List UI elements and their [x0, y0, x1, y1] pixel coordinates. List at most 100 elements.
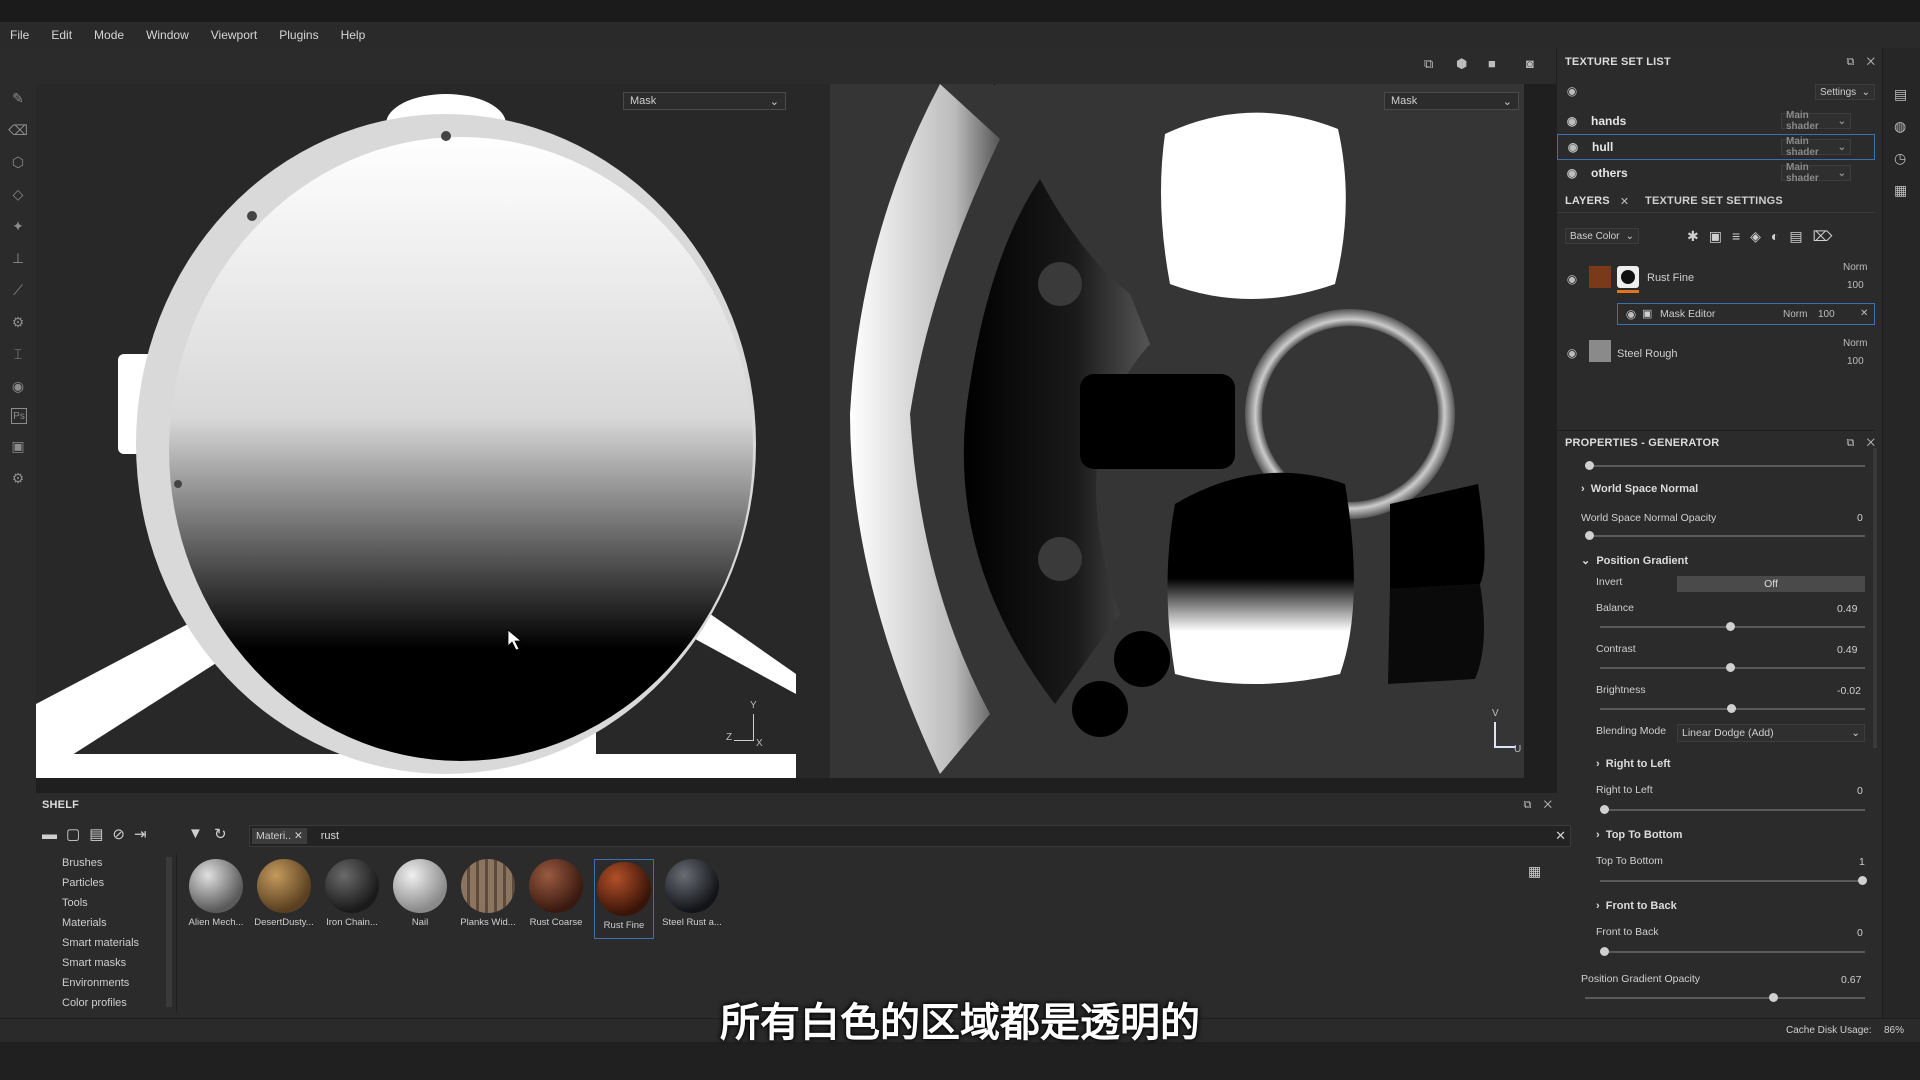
shelf-item[interactable]: Steel Rust a...: [662, 859, 722, 928]
screenshot-camera-icon[interactable]: ◙: [1526, 56, 1534, 71]
filter-icon[interactable]: ▼: [188, 825, 203, 842]
particles-icon[interactable]: ⚙: [8, 312, 28, 332]
close-icon[interactable]: ✕: [1544, 799, 1552, 811]
log-icon[interactable]: ▦: [1894, 182, 1907, 199]
camera-video-icon[interactable]: ■: [1488, 56, 1496, 71]
viewport-2d[interactable]: Mask ⌄ V U: [830, 84, 1524, 778]
visibility-eye-icon[interactable]: ◉: [1566, 140, 1580, 154]
contrast-slider[interactable]: [1600, 663, 1865, 672]
shelf-item[interactable]: Rust Coarse: [526, 859, 586, 928]
brightness-slider[interactable]: [1600, 704, 1865, 713]
layer-row[interactable]: ◉ Steel Rough Norm 100: [1557, 334, 1875, 374]
shader-settings-icon[interactable]: ◍: [1894, 118, 1906, 135]
database-icon[interactable]: ▤: [89, 826, 112, 843]
mask-effect-row[interactable]: ◉ ▣ Mask Editor Norm 100 ✕: [1617, 303, 1875, 325]
category-item[interactable]: Tools: [36, 893, 176, 913]
categories-scrollbar[interactable]: [166, 857, 172, 1007]
contrast-value[interactable]: 0.49: [1837, 644, 1857, 656]
menu-edit[interactable]: Edit: [41, 28, 84, 42]
paint-brush-icon[interactable]: ✎: [8, 88, 28, 108]
category-item[interactable]: Brushes: [36, 853, 176, 873]
delete-layer-icon[interactable]: ⌦: [1813, 228, 1843, 244]
layer-blend[interactable]: Norm: [1843, 262, 1867, 273]
shelf-item[interactable]: Iron Chain...: [322, 859, 382, 928]
hide-icon[interactable]: ⊘: [112, 826, 134, 843]
invert-toggle[interactable]: Off: [1677, 576, 1865, 592]
balance-slider[interactable]: [1600, 622, 1865, 631]
menu-plugins[interactable]: Plugins: [269, 28, 330, 42]
text-tool-icon[interactable]: ⌶: [8, 344, 28, 364]
front-to-back-slider[interactable]: [1600, 947, 1865, 956]
texture-set-row-selected[interactable]: ◉ hull Main shader ⌄: [1557, 134, 1875, 160]
history-icon[interactable]: ◷: [1894, 150, 1906, 167]
add-mask-icon[interactable]: ▣: [1709, 228, 1732, 244]
visibility-eye-icon[interactable]: ◉: [1624, 307, 1638, 321]
category-item[interactable]: Particles: [36, 873, 176, 893]
visibility-eye-icon[interactable]: ◉: [1565, 272, 1579, 286]
effect-blend[interactable]: Norm: [1783, 309, 1807, 320]
slider-knob[interactable]: [1585, 531, 1594, 540]
category-item[interactable]: Smart materials: [36, 933, 176, 953]
add-folder-icon[interactable]: ▤: [1789, 228, 1812, 244]
wsn-opacity-slider[interactable]: [1585, 531, 1865, 540]
texture-set-row[interactable]: ◉ others Main shader ⌄: [1557, 160, 1875, 186]
shader-select[interactable]: Main shader ⌄: [1781, 136, 1851, 158]
slider-knob[interactable]: [1858, 876, 1867, 885]
right-to-left-slider[interactable]: [1600, 805, 1865, 814]
balance-value[interactable]: 0.49: [1837, 603, 1857, 615]
export-icon[interactable]: ▣: [8, 436, 28, 456]
add-layer-icon[interactable]: ≡: [1732, 228, 1750, 244]
viewport-2d-channel-select[interactable]: Mask ⌄: [1384, 92, 1519, 110]
viewport-3d-channel-select[interactable]: Mask ⌄: [623, 92, 786, 110]
cube-view-icon[interactable]: ⬢: [1456, 56, 1467, 72]
blending-mode-select[interactable]: Linear Dodge (Add) ⌄: [1677, 724, 1865, 742]
category-item[interactable]: Smart masks: [36, 953, 176, 973]
undock-icon[interactable]: ⧉: [1847, 56, 1855, 68]
close-icon[interactable]: ✕: [1860, 308, 1868, 319]
layer-blend[interactable]: Norm: [1843, 338, 1867, 349]
close-icon[interactable]: ✕: [1620, 195, 1629, 208]
visibility-eye-icon[interactable]: ◉: [1565, 114, 1579, 128]
settings-gear-icon[interactable]: ⚙: [8, 468, 28, 488]
visibility-eye-icon[interactable]: ◉: [1565, 346, 1579, 360]
texture-set-settings-button[interactable]: Settings ⌄: [1815, 84, 1875, 100]
menu-help[interactable]: Help: [331, 28, 378, 42]
tab-texture-set-settings[interactable]: TEXTURE SET SETTINGS: [1645, 195, 1783, 207]
shelf-item[interactable]: DesertDusty...: [254, 859, 314, 928]
category-item[interactable]: Materials: [36, 913, 176, 933]
clone-stamp-icon[interactable]: ⊥: [8, 248, 28, 268]
wsn-opacity-value[interactable]: 0: [1857, 512, 1863, 524]
projection-icon[interactable]: ⬡: [8, 152, 28, 172]
slider-knob[interactable]: [1726, 663, 1735, 672]
folder-icon[interactable]: ▬: [42, 826, 66, 843]
effect-opacity[interactable]: 100: [1818, 309, 1835, 320]
undock-icon[interactable]: ⧉: [1524, 799, 1532, 811]
shelf-item-selected[interactable]: Rust Fine: [594, 859, 654, 939]
layer-row[interactable]: ◉ Rust Fine Norm 100: [1557, 260, 1875, 300]
top-slider[interactable]: [1585, 461, 1865, 470]
shelf-item[interactable]: Planks Wid...: [458, 859, 518, 928]
section-position-gradient[interactable]: ⌄ Position Gradient: [1581, 554, 1688, 567]
menu-file[interactable]: File: [0, 28, 41, 42]
shader-select[interactable]: Main shader ⌄: [1781, 110, 1851, 132]
close-icon[interactable]: ✕: [1867, 56, 1875, 68]
tab-layers[interactable]: LAYERS: [1565, 195, 1610, 207]
eraser-icon[interactable]: ⌫: [8, 120, 28, 140]
clear-search-icon[interactable]: ✕: [1555, 828, 1566, 844]
shader-select[interactable]: Main shader ⌄: [1781, 162, 1851, 184]
filter-tag[interactable]: Materi.. ✕: [252, 828, 307, 844]
smudge-icon[interactable]: ✦: [8, 216, 28, 236]
shelf-item[interactable]: Alien Mech...: [186, 859, 246, 928]
front-to-back-value[interactable]: 0: [1857, 927, 1863, 939]
polygon-fill-icon[interactable]: ◇: [8, 184, 28, 204]
color-picker-icon[interactable]: ⟋: [8, 280, 28, 300]
pg-opacity-value[interactable]: 0.67: [1841, 974, 1861, 986]
split-view-icon[interactable]: ⧉: [1424, 56, 1433, 72]
search-input[interactable]: rust: [321, 830, 339, 842]
slider-knob[interactable]: [1726, 622, 1735, 631]
new-shelf-icon[interactable]: ▢: [66, 826, 89, 843]
close-icon[interactable]: ✕: [294, 830, 303, 842]
section-right-to-left[interactable]: › Right to Left: [1596, 758, 1671, 770]
texture-set-row[interactable]: ◉ hands Main shader ⌄: [1557, 108, 1875, 134]
photoshop-icon[interactable]: Ps: [11, 408, 27, 424]
